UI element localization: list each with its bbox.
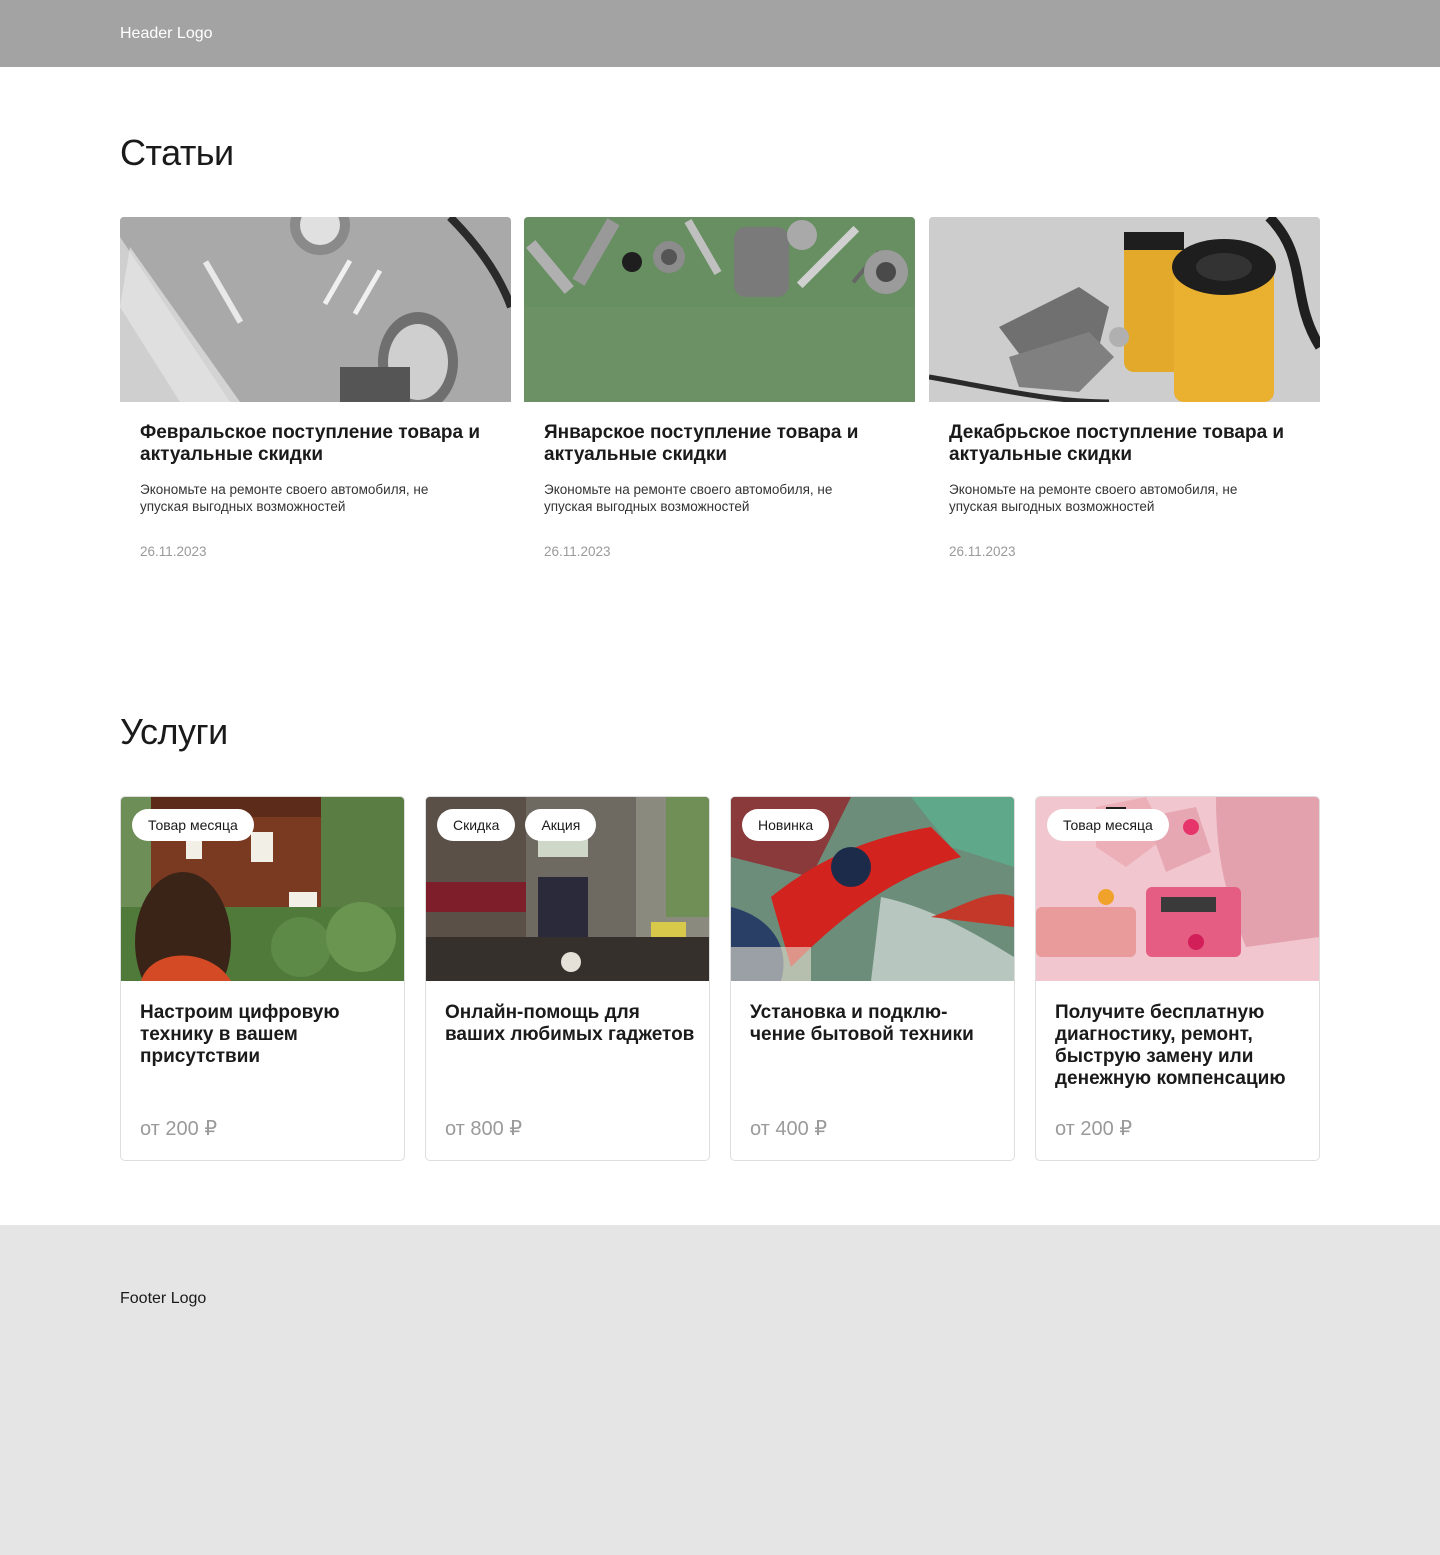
article-image [929, 217, 1320, 402]
article-date: 26.11.2023 [544, 544, 611, 559]
article-description: Экономьте на ремонте своего автомобиля, … [949, 482, 1238, 514]
service-card[interactable]: Товар месяца Настроим цифровую технику в… [120, 796, 405, 1161]
badge-group: Товар месяца [132, 809, 254, 841]
footer-logo[interactable]: Footer Logo [120, 1289, 206, 1309]
service-card[interactable]: Новинка Установка и подклю-чение бытовой… [730, 796, 1015, 1161]
service-price: от 200 ₽ [1055, 1118, 1133, 1140]
badge-product-of-month: Товар месяца [132, 809, 254, 841]
article-description: Экономьте на ремонте своего автомобиля, … [140, 482, 429, 514]
site-footer: Footer Logo [0, 1225, 1440, 1555]
article-date: 26.11.2023 [949, 544, 1016, 559]
article-card[interactable]: Декабрьское поступление товара и актуаль… [929, 217, 1320, 567]
service-title[interactable]: Установка и подклю-чение бытовой техники [750, 1002, 1000, 1046]
badge-group: Новинка [742, 809, 830, 841]
articles-section-title: Статьи [120, 132, 234, 173]
header-logo[interactable]: Header Logo [120, 24, 213, 44]
article-title[interactable]: Январское поступление товара и актуальны… [544, 422, 904, 466]
badge-group: Товар месяца [1047, 809, 1169, 841]
article-card[interactable]: Январское поступление товара и актуальны… [524, 217, 915, 567]
service-title[interactable]: Онлайн-помощь для ваших любимых гаджетов [445, 1002, 695, 1046]
article-image [120, 217, 511, 402]
article-card[interactable]: Февральское поступление товара и актуаль… [120, 217, 511, 567]
article-date: 26.11.2023 [140, 544, 207, 559]
article-image [524, 217, 915, 402]
service-card[interactable]: Товар месяца Получите бесплатную диагнос… [1035, 796, 1320, 1161]
badge-promo: Акция [525, 809, 597, 841]
article-description: Экономьте на ремонте своего автомобиля, … [544, 482, 833, 514]
service-card[interactable]: Скидка Акция Онлайн-помощь для ваших люб… [425, 796, 710, 1161]
service-title[interactable]: Настроим цифровую технику в вашем присут… [140, 1002, 390, 1068]
services-list: Товар месяца Настроим цифровую технику в… [120, 796, 1320, 1161]
badge-product-of-month: Товар месяца [1047, 809, 1169, 841]
badge-discount: Скидка [437, 809, 516, 841]
articles-list: Февральское поступление товара и актуаль… [120, 217, 1320, 567]
service-price: от 200 ₽ [140, 1118, 218, 1140]
article-title[interactable]: Февральское поступление товара и актуаль… [140, 422, 500, 466]
service-price: от 800 ₽ [445, 1118, 523, 1140]
service-title[interactable]: Получите бесплатную диагностику, ремонт,… [1055, 1002, 1305, 1090]
badge-new: Новинка [742, 809, 830, 841]
badge-group: Скидка Акция [437, 809, 597, 841]
article-title[interactable]: Декабрьское поступление товара и актуаль… [949, 422, 1309, 466]
service-price: от 400 ₽ [750, 1118, 828, 1140]
site-header: Header Logo [0, 0, 1440, 67]
services-section-title: Услуги [120, 711, 228, 752]
